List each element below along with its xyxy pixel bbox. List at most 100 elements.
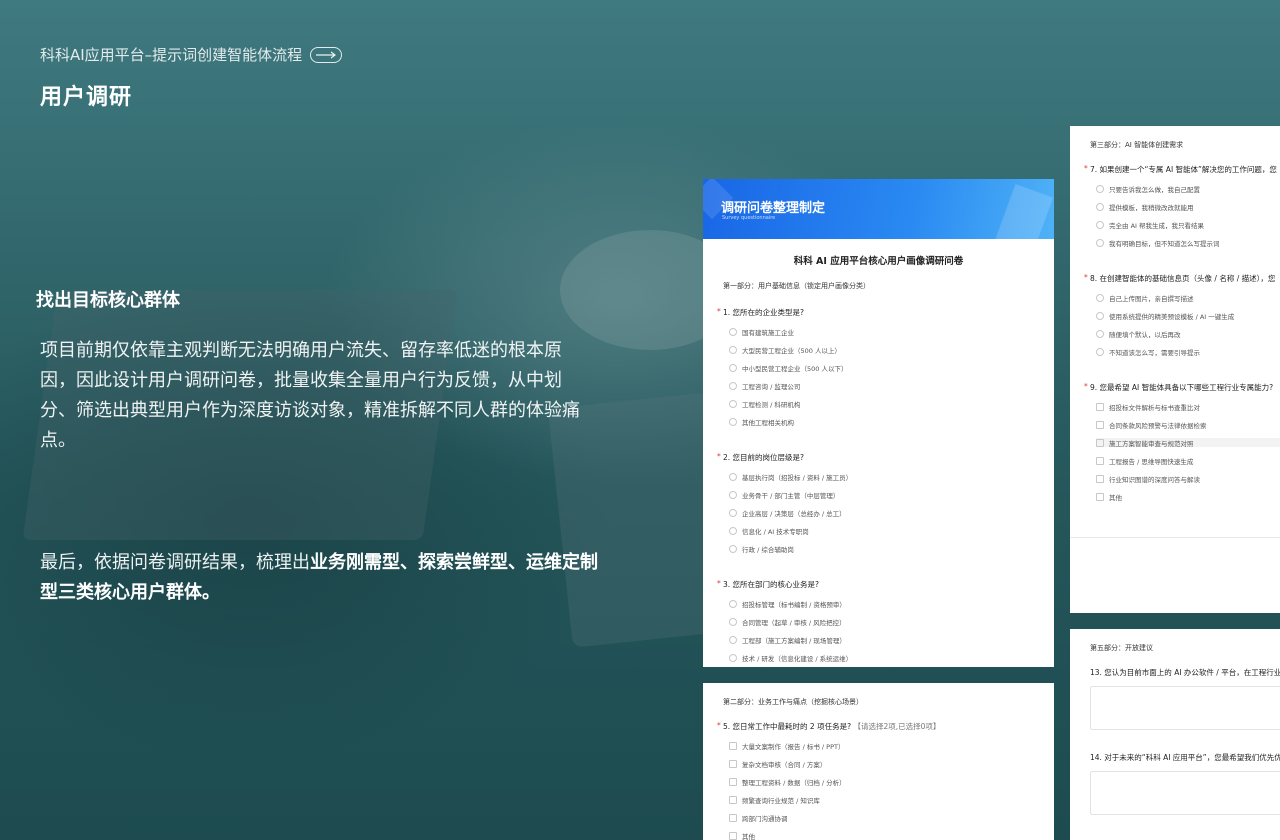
radio-option[interactable]: 提供模板，我稍微改改就能用 [1096,202,1280,212]
radio-option[interactable]: 随便填个默认，以后再改 [1096,329,1280,339]
survey-card-part2: 第二部分：业务工作与痛点（挖掘核心场景） * 5. 您日常工作中最耗时的 2 项任… [703,683,1054,840]
radio-icon[interactable] [1096,184,1104,193]
radio-option[interactable]: 招投标管理（标书编制 / 资格预审） [729,599,1054,609]
radio-option[interactable]: 国有建筑施工企业 [729,327,1054,337]
radio-option[interactable]: 大型民营工程企业（500 人以上） [729,345,1054,355]
question: 13. 您认为目前市面上的 AI 办公软件 / 平台，在工程行业 [1090,668,1280,677]
question: * 1. 您所在的企业类型是? [717,307,805,317]
radio-icon[interactable] [729,399,737,408]
checkbox-icon[interactable] [729,777,737,786]
breadcrumb: 科科AI应用平台–提示词创建智能体流程 [40,44,343,65]
radio-option[interactable]: 业务骨干 / 部门主管（中层管理） [729,490,1054,500]
radio-icon[interactable] [729,381,737,390]
checkbox-option[interactable]: 其他 [729,831,1054,840]
radio-option[interactable]: 工程检测 / 科研机构 [729,399,1054,409]
radio-option[interactable]: 工程咨询 / 监理公司 [729,381,1054,391]
radio-icon[interactable] [729,490,737,499]
banner-subtitle: Survey questionnaire [722,215,776,221]
radio-icon[interactable] [1096,329,1104,338]
question: * 8. 在创建智能体的基础信息页（头像 / 名称 / 描述），您 [1084,273,1276,283]
checkbox-option[interactable]: 整理工程资料 / 数据（归档 / 分析） [729,777,1054,787]
question: 14. 对于未来的“科科 AI 应用平台”，您最希望我们优先优 [1090,753,1280,762]
radio-icon[interactable] [729,617,737,626]
radio-icon[interactable] [729,544,737,553]
checkbox-icon[interactable] [729,795,737,804]
survey-banner: 调研问卷整理制定 Survey questionnaire [703,179,1054,239]
survey-card-part5: 第五部分：开放建议 13. 您认为目前市面上的 AI 办公软件 / 平台，在工程… [1070,629,1280,840]
radio-option[interactable]: 其他工程相关机构 [729,417,1054,427]
radio-option[interactable]: 只要告诉我怎么做，我自己配置 [1096,184,1280,194]
question: * 9. 您最希望 AI 智能体具备以下哪些工程行业专属能力? [1084,382,1274,392]
answer-textarea[interactable] [1090,686,1280,730]
part-label: 第一部分：用户基础信息（锁定用户画像分类） [723,282,870,290]
checkbox-icon[interactable] [1096,456,1104,465]
radio-icon[interactable] [1096,220,1104,229]
checkbox-option[interactable]: 复杂文档审核（合同 / 方案） [729,759,1054,769]
checkbox-option[interactable]: 工程报告 / 思维导图快速生成 [1096,456,1280,466]
radio-icon[interactable] [729,472,737,481]
radio-option[interactable]: 技术 / 研发（信息化建设 / 系统运维） [729,653,1054,663]
conclusion-text: 最后，依据问卷调研结果，梳理出业务刚需型、探索尝鲜型、运维定制型三类核心用户群体… [40,548,600,608]
radio-icon[interactable] [729,653,737,662]
page-title: 用户调研 [40,85,133,110]
radio-option[interactable]: 信息化 / AI 技术专职岗 [729,526,1054,536]
radio-icon[interactable] [729,417,737,426]
radio-option[interactable]: 工程部（施工方案编制 / 现场管理） [729,635,1054,645]
checkbox-icon[interactable] [1096,474,1104,483]
part-label: 第二部分：业务工作与痛点（挖掘核心场景） [723,698,863,706]
part-label: 第三部分：AI 智能体创建需求 [1090,141,1184,149]
checkbox-option[interactable]: 施工方案智能审查与规范对照 [1096,438,1280,448]
survey-card-main: 调研问卷整理制定 Survey questionnaire 科科 AI 应用平台… [703,179,1054,667]
radio-icon[interactable] [729,327,737,336]
radio-icon[interactable] [1096,347,1104,356]
checkbox-option[interactable]: 其他 [1096,492,1280,502]
section-heading: 找出目标核心群体 [36,290,180,311]
checkbox-icon[interactable] [1096,438,1104,447]
checkbox-option[interactable]: 合同条款风险预警与法律依据检索 [1096,420,1280,430]
checkbox-icon[interactable] [729,759,737,768]
question: * 5. 您日常工作中最耗时的 2 项任务是? 【请选择2项,已选择0项】 [717,721,941,731]
question: * 2. 您目前的岗位层级是? [717,452,805,462]
banner-decoration [994,183,1054,239]
radio-option[interactable]: 基层执行岗（招投标 / 资料 / 施工员） [729,472,1054,482]
survey-title: 科科 AI 应用平台核心用户画像调研问卷 [793,256,964,267]
radio-icon[interactable] [729,526,737,535]
checkbox-option[interactable]: 频繁查询行业规范 / 知识库 [729,795,1054,805]
banner-title: 调研问卷整理制定 [721,201,826,216]
divider [1070,537,1280,538]
radio-icon[interactable] [1096,202,1104,211]
question: * 7. 如果创建一个“专属 AI 智能体”解决您的工作问题，您 [1084,164,1277,174]
checkbox-option[interactable]: 跨部门沟通协调 [729,813,1054,823]
radio-option[interactable]: 我有明确目标，但不知道怎么写提示词 [1096,238,1280,248]
radio-option[interactable]: 不知道该怎么写，需要引导提示 [1096,347,1280,357]
checkbox-icon[interactable] [1096,402,1104,411]
radio-icon[interactable] [1096,238,1104,247]
radio-icon[interactable] [729,635,737,644]
radio-option[interactable]: 中小型民营工程企业（500 人以下） [729,363,1054,373]
radio-icon[interactable] [1096,293,1104,302]
radio-icon[interactable] [729,363,737,372]
radio-option[interactable]: 自己上传图片，亲自撰写描述 [1096,293,1280,303]
radio-icon[interactable] [729,599,737,608]
radio-option[interactable]: 完全由 AI 帮我生成，我只看结果 [1096,220,1280,230]
checkbox-icon[interactable] [729,741,737,750]
checkbox-icon[interactable] [729,813,737,822]
answer-textarea[interactable] [1090,771,1280,815]
checkbox-icon[interactable] [729,831,737,840]
conclusion-prefix: 最后，依据问卷调研结果，梳理出 [40,552,310,573]
question: * 3. 您所在部门的核心业务是? [717,579,820,589]
radio-icon[interactable] [729,508,737,517]
arrow-right-icon[interactable] [310,46,343,63]
radio-icon[interactable] [1096,311,1104,320]
checkbox-option[interactable]: 行业知识图谱的深度问答与解读 [1096,474,1280,484]
part-label: 第五部分：开放建议 [1090,644,1153,652]
radio-option[interactable]: 行政 / 综合辅助岗 [729,544,1054,554]
checkbox-option[interactable]: 招投标文件解析与标书查重比对 [1096,402,1280,412]
checkbox-icon[interactable] [1096,420,1104,429]
checkbox-option[interactable]: 大量文案制作（报告 / 标书 / PPT） [729,741,1054,751]
radio-option[interactable]: 企业高层 / 决策层（总经办 / 总工） [729,508,1054,518]
radio-option[interactable]: 使用系统提供的精美预设模板 / AI 一键生成 [1096,311,1280,321]
checkbox-icon[interactable] [1096,492,1104,501]
radio-option[interactable]: 合同管理（起草 / 审核 / 风险把控） [729,617,1054,627]
radio-icon[interactable] [729,345,737,354]
